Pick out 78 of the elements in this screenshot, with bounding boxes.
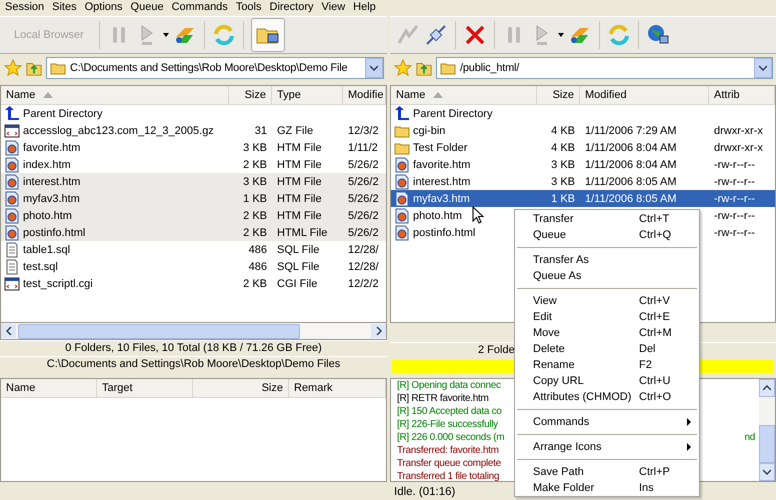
file-size: 3 KB xyxy=(550,176,576,188)
file-attributes: -rw-r--r-- xyxy=(713,192,756,204)
status-text: Idle. (01:16) xyxy=(394,486,456,498)
file-modified: 12/28/ xyxy=(347,244,380,256)
file-modified: 1/11/2 xyxy=(347,142,379,154)
file-size: 4 KB xyxy=(550,124,576,136)
file-name: favorite.htm xyxy=(23,142,80,154)
file-type: HTM File xyxy=(276,142,323,154)
file-name: table1.sql xyxy=(23,244,70,256)
file-modified: 5/26/2 xyxy=(347,158,380,170)
file-size: 2 KB xyxy=(242,158,268,170)
file-modified: 1/11/2006 8:04 AM xyxy=(584,158,678,170)
log-line: Transferred 1 file totaling xyxy=(397,470,500,481)
file-size: 4 KB xyxy=(550,142,576,154)
file-size: 1 KB xyxy=(550,192,576,204)
file-attributes: -rw-r--r-- xyxy=(713,158,756,170)
file-attributes: drwxr-xr-x xyxy=(713,124,764,136)
file-name: myfav3.htm xyxy=(23,192,80,204)
file-name: photo.htm xyxy=(23,210,72,222)
file-type: HTM File xyxy=(276,192,323,204)
folder-path: C:\Documents and Settings\Rob Moore\Desktop\Demo Files xyxy=(0,356,387,372)
file-name: interest.htm xyxy=(23,176,80,188)
log-line: [R] RETR favorite.htm xyxy=(397,392,488,405)
file-attributes: -rw-r--r-- xyxy=(713,226,756,238)
file-type: HTM File xyxy=(276,176,323,188)
file-modified: 5/26/2 xyxy=(347,226,380,238)
file-attributes: -rw-r--r-- xyxy=(713,176,756,188)
file-name: myfav3.htm xyxy=(413,192,470,204)
file-size: 3 KB xyxy=(242,142,268,154)
file-modified: 1/11/2006 8:04 AM xyxy=(584,142,678,154)
file-modified: 1/11/2006 7:29 AM xyxy=(584,124,678,136)
file-name: accesslog_abc123.com_12_3_2005.gz xyxy=(23,124,214,136)
file-name: postinfo.html xyxy=(23,226,86,238)
file-size: 486 xyxy=(248,260,268,272)
file-modified: 1/11/2006 8:05 AM xyxy=(584,192,678,204)
file-name: test_scriptl.cgi xyxy=(23,278,93,290)
file-type: HTML File xyxy=(276,226,328,238)
file-modified: 12/28/ xyxy=(347,260,380,272)
log-line: [R] 150 Accepted data co xyxy=(397,405,502,418)
log-line: [R] 226 0.000 seconds (m xyxy=(397,431,504,444)
file-name: favorite.htm xyxy=(413,158,470,170)
folder-summary: 0 Folders, 10 Files, 10 Total (18 KB / 71.26 GB Free) xyxy=(0,340,387,356)
file-type: HTM File xyxy=(276,158,323,170)
log-line-fragment: nd xyxy=(744,431,755,444)
file-name: Parent Directory xyxy=(23,108,102,120)
log-line: Transfer queue complete xyxy=(397,457,501,470)
file-type: SQL File xyxy=(276,260,320,272)
file-modified: 5/26/2 xyxy=(347,176,380,188)
file-type: HTM File xyxy=(276,210,323,222)
file-modified: 5/26/2 xyxy=(347,210,380,222)
log-line: [R] Opening data connec xyxy=(397,379,501,392)
file-name: test.sql xyxy=(23,260,58,272)
file-type: GZ File xyxy=(276,124,314,136)
file-size: 486 xyxy=(248,244,268,256)
file-modified: 5/26/2 xyxy=(347,192,380,204)
file-modified: 1/11/2006 8:05 AM xyxy=(584,176,678,188)
file-size: 1 KB xyxy=(242,192,268,204)
file-size: 3 KB xyxy=(242,176,268,188)
file-modified: 12/2/2 xyxy=(347,278,380,290)
file-name: Test Folder xyxy=(413,142,468,154)
file-size: 3 KB xyxy=(550,158,576,170)
file-type: CGI File xyxy=(276,278,318,290)
file-size: 31 xyxy=(254,124,268,136)
file-name: postinfo.html xyxy=(413,226,476,238)
file-size: 2 KB xyxy=(242,226,268,238)
file-size: 2 KB xyxy=(242,278,268,290)
file-size: 2 KB xyxy=(242,210,268,222)
file-attributes: drwxr-xr-x xyxy=(713,142,764,154)
file-name: cgi-bin xyxy=(413,124,446,136)
log-line: [R] 226-File successfully xyxy=(397,418,498,431)
file-name: photo.htm xyxy=(413,210,462,222)
file-name: Parent Directory xyxy=(413,108,492,120)
file-attributes: -rw-r--r-- xyxy=(713,210,756,222)
log-line: Transferred: favorite.htm xyxy=(397,444,499,457)
file-name: index.htm xyxy=(23,158,71,170)
file-modified: 12/3/2 xyxy=(347,124,380,136)
file-type: SQL File xyxy=(276,244,320,256)
file-name: interest.htm xyxy=(413,176,470,188)
